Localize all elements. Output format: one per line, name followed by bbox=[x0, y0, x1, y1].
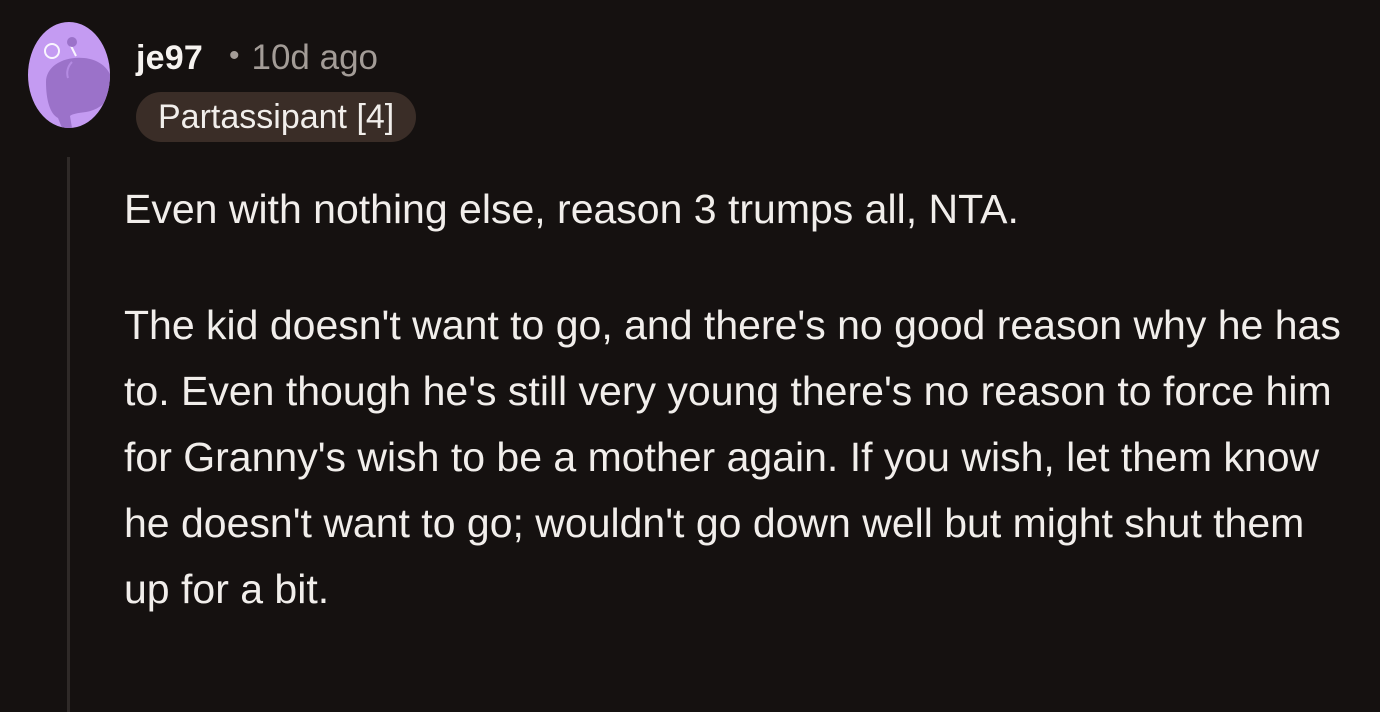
comment-header: je97 • 10d ago bbox=[136, 36, 378, 80]
timestamp[interactable]: 10d ago bbox=[252, 38, 379, 78]
snoo-avatar-icon bbox=[44, 37, 110, 128]
comment-body: Even with nothing else, reason 3 trumps … bbox=[124, 176, 1344, 622]
user-avatar[interactable] bbox=[28, 22, 110, 128]
user-flair-badge: Partassipant [4] bbox=[136, 92, 417, 142]
thread-line[interactable] bbox=[67, 157, 70, 712]
comment-paragraph: The kid doesn't want to go, and there's … bbox=[124, 302, 1341, 612]
username-link[interactable]: je97 bbox=[136, 39, 203, 78]
comment-paragraph: Even with nothing else, reason 3 trumps … bbox=[124, 186, 1019, 232]
separator-dot: • bbox=[228, 39, 240, 72]
comment: je97 • 10d ago Partassipant [4] Even wit… bbox=[0, 0, 1380, 712]
